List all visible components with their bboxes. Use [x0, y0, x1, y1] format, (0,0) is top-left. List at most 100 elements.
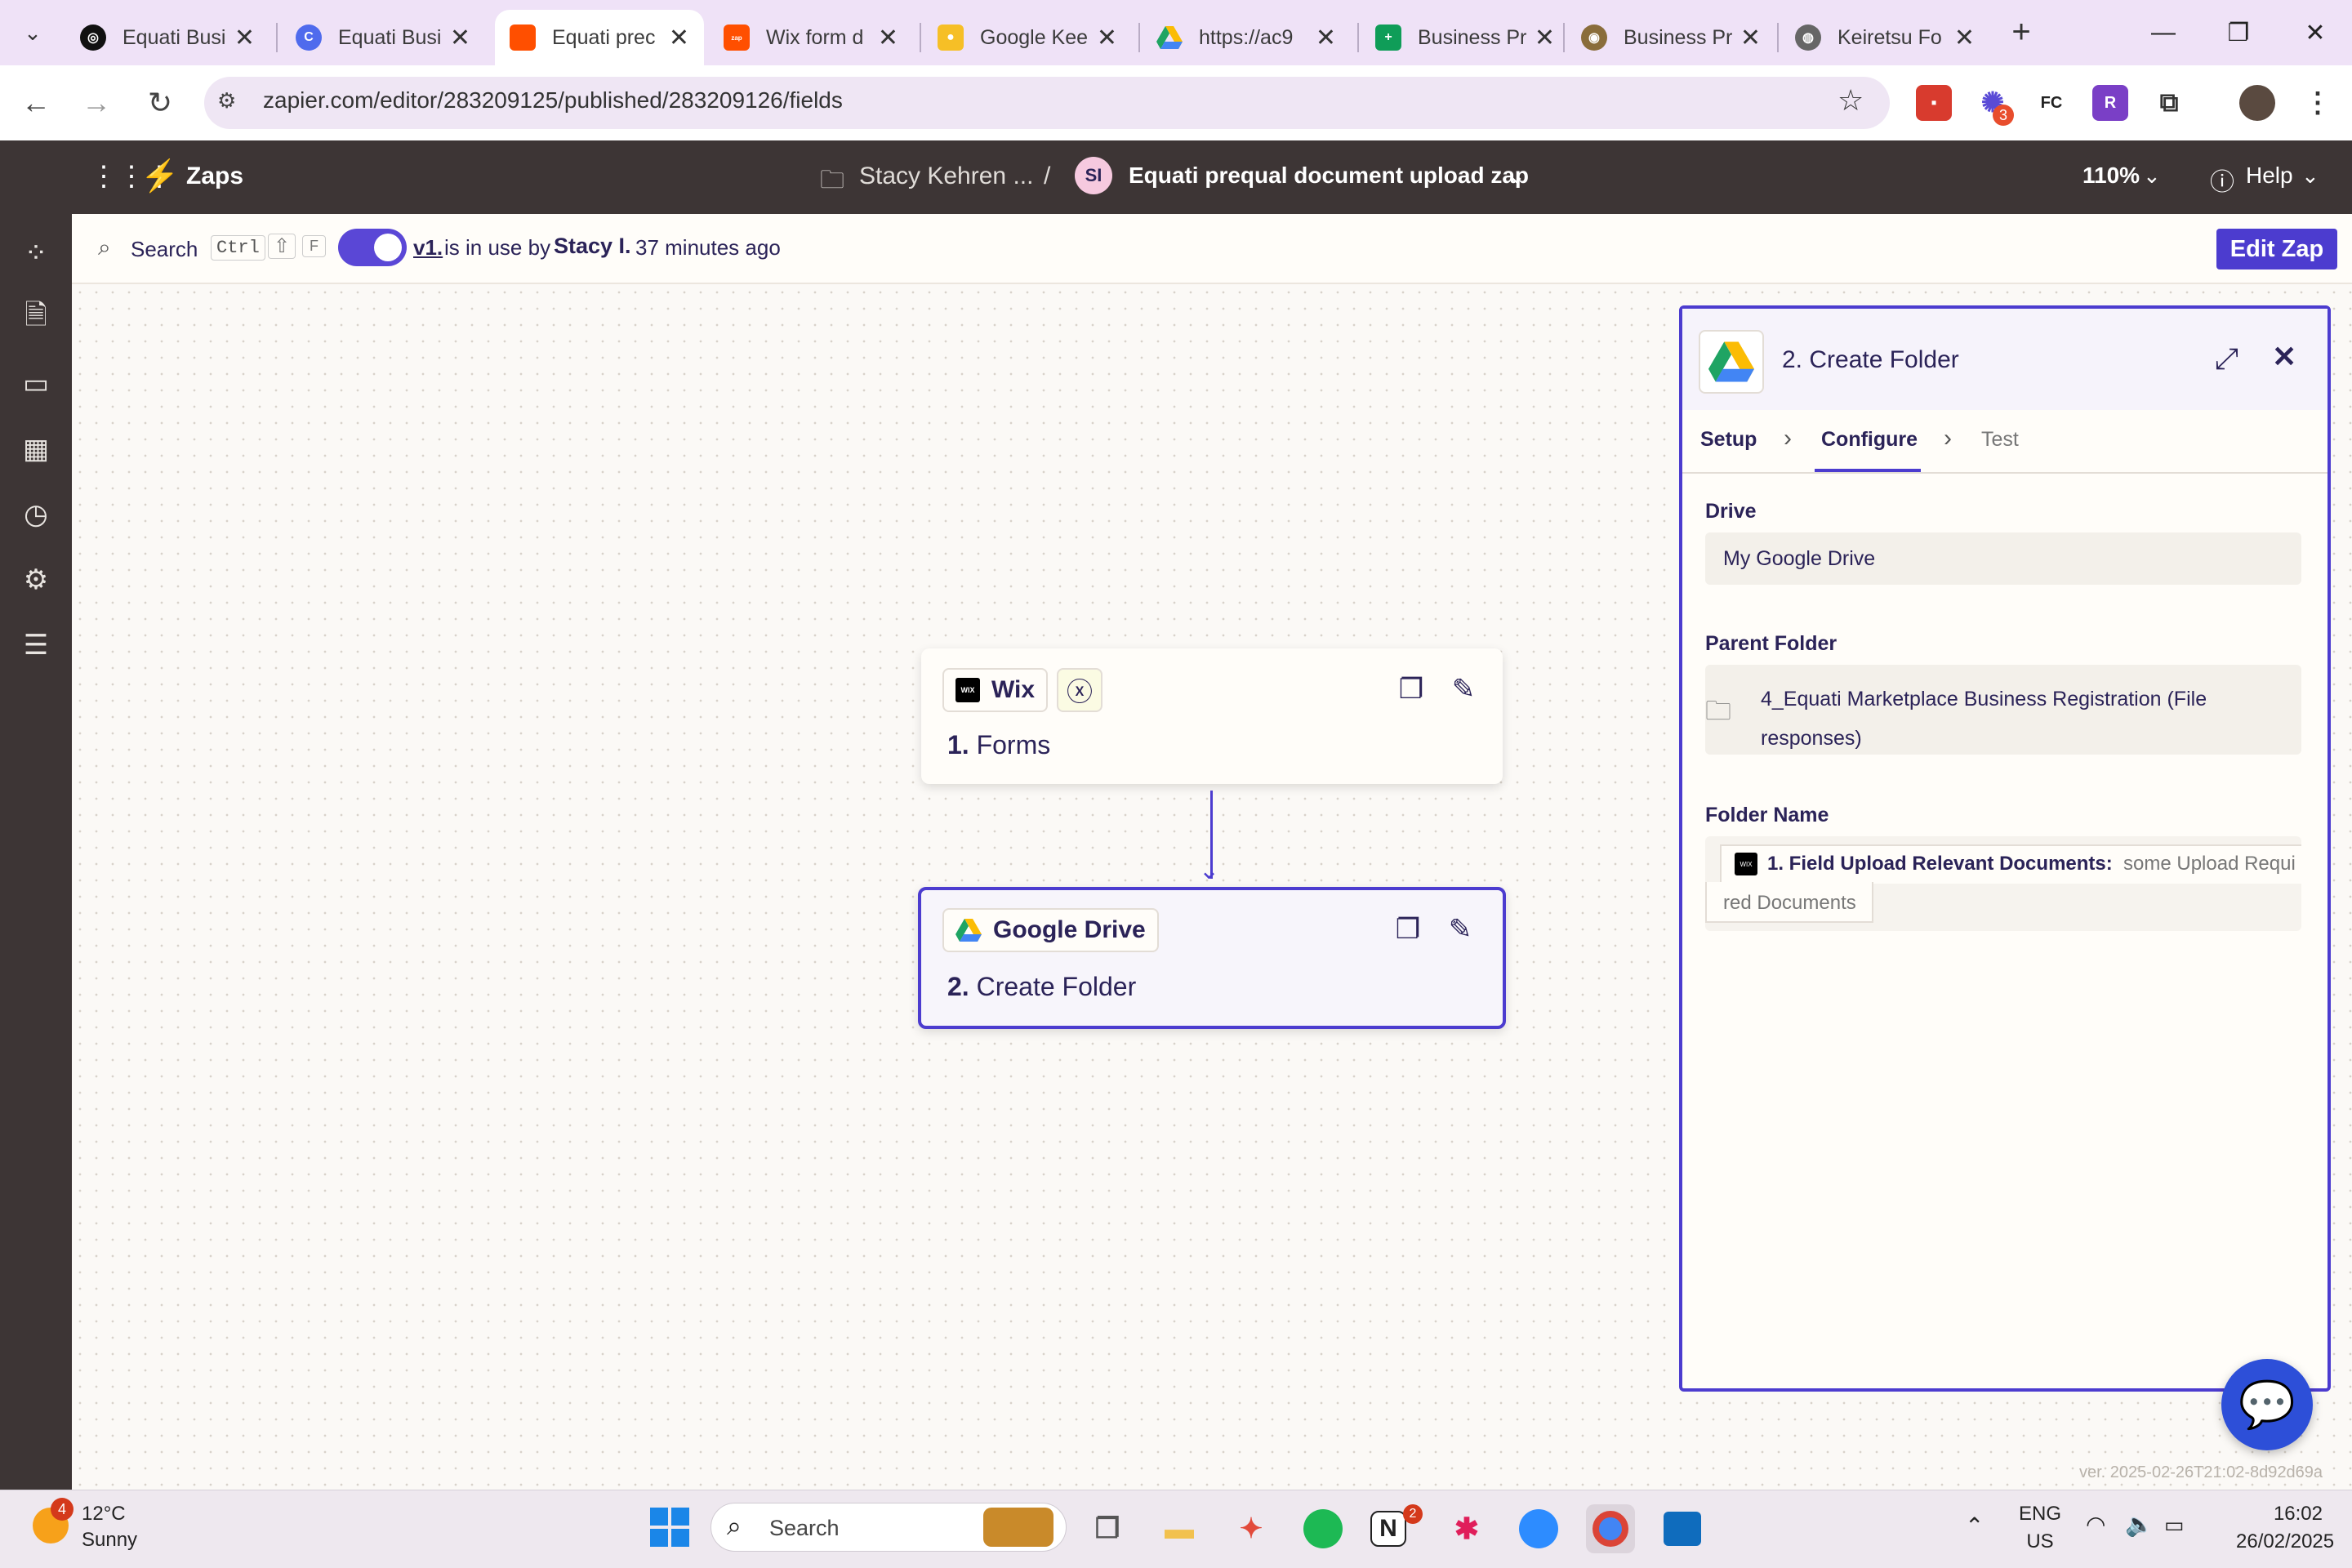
tab-search-dropdown-icon[interactable]: ⌄: [15, 15, 51, 51]
back-icon[interactable]: ←: [15, 82, 57, 124]
restore-icon[interactable]: ❐: [2210, 8, 2267, 57]
tab-setup[interactable]: Setup: [1700, 428, 1757, 452]
duplicate-icon[interactable]: ❐: [1393, 671, 1429, 707]
browser-menu-icon[interactable]: ⋮: [2300, 85, 2336, 121]
app-name[interactable]: Zaps: [186, 163, 243, 190]
help-menu[interactable]: Help: [2246, 163, 2293, 189]
zap-file-icon[interactable]: 🗎: [16, 299, 56, 338]
taskbar-search-text[interactable]: Search: [769, 1516, 840, 1541]
notion-icon[interactable]: N: [1370, 1511, 1406, 1547]
arrow-down-icon: ⌄: [1199, 858, 1220, 884]
breadcrumb-folder[interactable]: Stacy Kehren ...: [859, 163, 1033, 190]
new-tab-icon[interactable]: +: [2001, 11, 2042, 52]
wifi-icon[interactable]: ◠: [2086, 1511, 2105, 1538]
zapier-icon: [510, 24, 536, 51]
field-label: Folder Name: [1705, 804, 1829, 826]
close-tab-icon[interactable]: ✕: [450, 24, 470, 52]
reload-icon[interactable]: ↻: [139, 82, 181, 124]
duplicate-icon[interactable]: ❐: [1390, 911, 1426, 947]
r-extension-icon[interactable]: R: [2092, 85, 2128, 121]
windows-start-icon[interactable]: [650, 1508, 689, 1547]
edit-pencil-icon[interactable]: ✎: [1446, 671, 1481, 707]
copilot-icon: C: [296, 24, 322, 51]
owner-avatar: SI: [1075, 157, 1112, 194]
browser-tab[interactable]: ● Google Kee ✕: [923, 10, 1132, 65]
battery-icon[interactable]: ▭: [2164, 1512, 2185, 1538]
step-card-trigger[interactable]: WIX Wix ⓧ ❐ ✎ 1. Forms: [921, 648, 1503, 784]
chevron-down-icon[interactable]: ⌄: [2301, 163, 2319, 189]
tab-title: Business Pr: [1624, 25, 1732, 49]
spotify-icon[interactable]: [1298, 1504, 1348, 1553]
zoom-icon[interactable]: [1514, 1504, 1563, 1553]
minimize-icon[interactable]: —: [2135, 8, 2192, 57]
browser-tab[interactable]: + Business Pr ✕: [1361, 10, 1570, 65]
chevron-down-icon[interactable]: ⌄: [2143, 163, 2161, 189]
close-tab-icon[interactable]: ✕: [1954, 24, 1975, 52]
extensions-puzzle-icon[interactable]: ⧉: [2151, 85, 2187, 121]
step-card-action-selected[interactable]: Google Drive ❐ ✎ 2. Create Folder: [918, 887, 1506, 1029]
file-explorer-icon[interactable]: ▬: [1155, 1504, 1204, 1553]
history-icon[interactable]: ◷: [16, 495, 56, 534]
forward-icon[interactable]: →: [75, 82, 118, 124]
canvas-search[interactable]: Search: [131, 237, 198, 262]
volume-icon[interactable]: 🔈: [2125, 1511, 2154, 1538]
browser-tab[interactable]: ◍ Keiretsu Fo ✕: [1780, 10, 1989, 65]
slack-icon[interactable]: ✱: [1442, 1504, 1491, 1553]
parent-folder-field[interactable]: 🗀 4_Equati Marketplace Business Registra…: [1705, 665, 2301, 755]
close-panel-icon[interactable]: ✕: [2272, 340, 2296, 374]
clock[interactable]: 16:02 26/02/2025: [2236, 1503, 2334, 1553]
chevron-down-icon[interactable]: ⌄: [1508, 163, 1526, 189]
close-tab-icon[interactable]: ✕: [669, 24, 689, 52]
apps-icon[interactable]: ⁘: [16, 234, 56, 273]
tab-configure[interactable]: Configure: [1821, 428, 1918, 452]
help-icon[interactable]: ⓘ: [2210, 162, 2234, 198]
comment-icon[interactable]: ▭: [16, 364, 56, 403]
status-user: Stacy I.: [554, 234, 631, 258]
tab-divider: [1138, 23, 1140, 52]
version-link[interactable]: v1.: [413, 235, 443, 261]
tray-chevron-up-icon[interactable]: ⌃: [1965, 1512, 1984, 1539]
close-tab-icon[interactable]: ✕: [1316, 24, 1336, 52]
language-indicator[interactable]: ENG US: [2019, 1503, 2061, 1553]
tab-test[interactable]: Test: [1981, 428, 2019, 452]
bookmark-star-icon[interactable]: ☆: [1838, 83, 1864, 118]
task-view-icon[interactable]: ❐: [1083, 1504, 1132, 1553]
edit-pencil-icon[interactable]: ✎: [1442, 911, 1478, 947]
outlook-icon[interactable]: [1658, 1504, 1707, 1553]
browser-tab-active[interactable]: Equati prec ✕: [495, 10, 704, 65]
chat-support-icon[interactable]: 💬: [2221, 1359, 2313, 1450]
versions-icon[interactable]: ☰: [16, 626, 56, 665]
browser-tab[interactable]: ◎ Equati Busi ✕: [65, 10, 270, 65]
settings-gear-icon[interactable]: ⚙: [16, 560, 56, 599]
profile-avatar[interactable]: [2239, 85, 2275, 121]
close-tab-icon[interactable]: ✕: [878, 24, 898, 52]
zoom-level[interactable]: 110%: [2082, 163, 2140, 189]
close-tab-icon[interactable]: ✕: [1740, 24, 1761, 52]
close-window-icon[interactable]: ✕: [2287, 8, 2344, 57]
extension-icon[interactable]: ▪: [1916, 85, 1952, 121]
url-text[interactable]: zapier.com/editor/283209125/published/28…: [263, 87, 843, 114]
figma-icon[interactable]: ✦: [1227, 1504, 1276, 1553]
start-tile: [650, 1508, 668, 1526]
chrome-icon[interactable]: [1586, 1504, 1635, 1553]
calendar-icon[interactable]: ▦: [16, 430, 56, 469]
browser-tab[interactable]: zap Wix form d ✕: [709, 10, 913, 65]
site-info-icon[interactable]: ⚙: [217, 88, 236, 114]
drive-field[interactable]: My Google Drive: [1705, 532, 2301, 585]
browser-tab[interactable]: https://ac9 ✕: [1142, 10, 1351, 65]
browser-tab[interactable]: C Equati Busi ✕: [281, 10, 485, 65]
folder-name-field[interactable]: WIX 1. Field Upload Relevant Documents: …: [1705, 836, 2301, 931]
step-panel: 2. Create Folder ⤢ ✕ Setup › Configure ›…: [1679, 305, 2331, 1392]
close-tab-icon[interactable]: ✕: [1097, 24, 1117, 52]
close-tab-icon[interactable]: ✕: [1535, 24, 1555, 52]
browser-tab[interactable]: ◉ Business Pr ✕: [1566, 10, 1775, 65]
zap-on-toggle[interactable]: [338, 229, 407, 266]
zap-title[interactable]: Equati prequal document upload zap: [1129, 163, 1529, 189]
close-tab-icon[interactable]: ✕: [234, 24, 255, 52]
folder-icon: 🗀: [820, 167, 844, 194]
fc-extension-icon[interactable]: FC: [2034, 85, 2069, 121]
tab-title: Equati prec: [552, 25, 656, 49]
expand-icon[interactable]: ⤢: [2215, 341, 2238, 376]
edit-zap-button[interactable]: Edit Zap: [2216, 229, 2337, 270]
drive-value: My Google Drive: [1723, 547, 1876, 570]
